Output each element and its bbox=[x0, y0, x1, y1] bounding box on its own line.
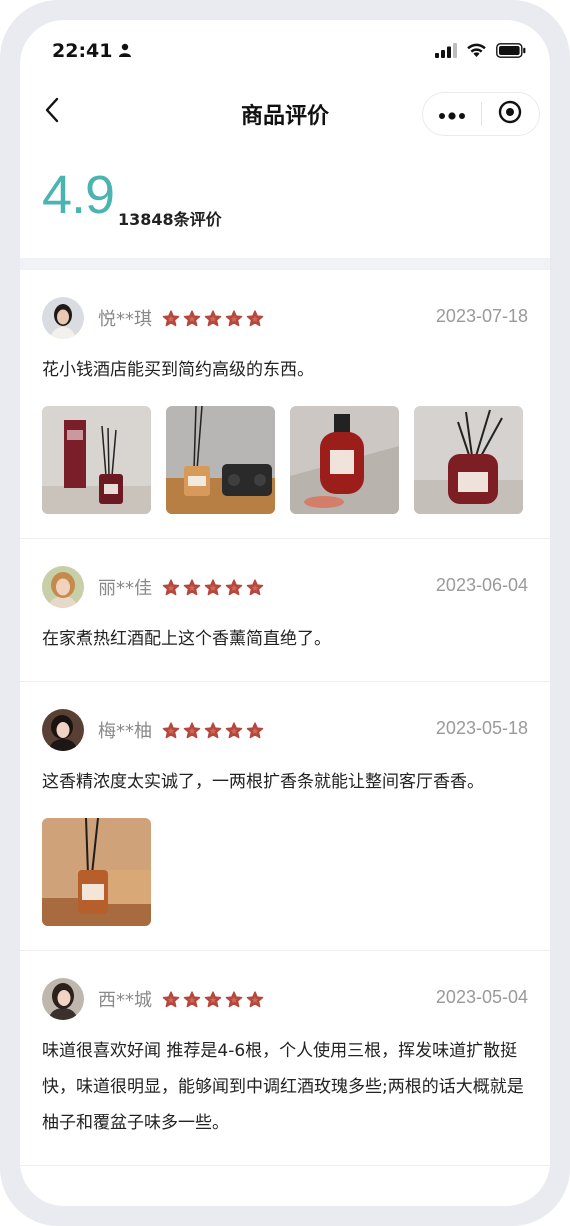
reviewer-name: 西**城 bbox=[98, 990, 152, 1011]
review-header: 梅**柚 2023-05-18 bbox=[42, 708, 528, 752]
star-rating bbox=[162, 578, 264, 596]
reviewer-name: 梅**柚 bbox=[98, 721, 152, 742]
review-text: 花小钱酒店能买到简约高级的东西。 bbox=[42, 360, 314, 380]
review-photos bbox=[42, 406, 528, 514]
average-score: 4.9 bbox=[42, 165, 115, 225]
reviewer-name: 悦**琪 bbox=[98, 309, 152, 330]
avatar bbox=[42, 978, 84, 1020]
star-icon bbox=[246, 990, 264, 1007]
review-header: 悦**琪 2023-07-18 bbox=[42, 296, 528, 340]
review-date: 2023-05-18 bbox=[435, 718, 528, 738]
wifi-icon bbox=[466, 42, 487, 62]
star-icon bbox=[246, 578, 264, 595]
rating-summary: 4.9 13848条评价 bbox=[20, 146, 550, 258]
star-icon bbox=[246, 721, 264, 738]
star-icon bbox=[225, 990, 243, 1007]
avatar bbox=[42, 566, 84, 608]
more-dots-icon bbox=[438, 105, 466, 124]
review-list: 悦**琪 2023-07-18 花小钱酒店能买到简约高级的东西。 丽**佳 20… bbox=[20, 270, 550, 1166]
person-icon bbox=[118, 40, 132, 62]
star-icon bbox=[246, 309, 264, 326]
target-circle-icon bbox=[498, 100, 522, 128]
review-count: 13848条评价 bbox=[118, 210, 222, 229]
device-frame: 22:41 商品评价 4.9 13848条评价 悦**琪 2023-07-18 … bbox=[0, 0, 570, 1226]
review-text: 这香精浓度太实诚了，一两根扩香条就能让整间客厅香香。 bbox=[42, 772, 484, 792]
star-icon bbox=[225, 578, 243, 595]
section-divider bbox=[20, 258, 550, 270]
battery-icon bbox=[496, 42, 526, 62]
review-text: 在家煮热红酒配上这个香薰简直绝了。 bbox=[42, 629, 331, 649]
review-header: 西**城 2023-05-04 bbox=[42, 977, 528, 1021]
review-photos bbox=[42, 818, 528, 926]
star-icon bbox=[183, 578, 201, 595]
star-icon bbox=[162, 721, 180, 738]
mini-program-capsule bbox=[422, 92, 540, 136]
review-item: 悦**琪 2023-07-18 花小钱酒店能买到简约高级的东西。 bbox=[20, 270, 550, 539]
star-icon bbox=[162, 309, 180, 326]
star-icon bbox=[204, 578, 222, 595]
review-photo[interactable] bbox=[290, 406, 399, 514]
review-header: 丽**佳 2023-06-04 bbox=[42, 565, 528, 609]
status-bar: 22:41 bbox=[20, 20, 550, 80]
star-icon bbox=[162, 990, 180, 1007]
star-icon bbox=[225, 309, 243, 326]
review-photo[interactable] bbox=[414, 406, 523, 514]
review-date: 2023-06-04 bbox=[435, 575, 528, 595]
review-photo[interactable] bbox=[42, 406, 151, 514]
avatar bbox=[42, 297, 84, 339]
review-item: 丽**佳 2023-06-04 在家煮热红酒配上这个香薰简直绝了。 bbox=[20, 539, 550, 682]
review-photo[interactable] bbox=[166, 406, 275, 514]
review-date: 2023-07-18 bbox=[435, 306, 528, 326]
star-icon bbox=[204, 990, 222, 1007]
nav-bar: 商品评价 bbox=[20, 84, 550, 144]
status-time: 22:41 bbox=[52, 40, 113, 62]
star-rating bbox=[162, 309, 264, 327]
cellular-signal-icon bbox=[435, 42, 457, 62]
avatar bbox=[42, 709, 84, 751]
star-icon bbox=[183, 990, 201, 1007]
star-icon bbox=[204, 309, 222, 326]
star-icon bbox=[183, 721, 201, 738]
screen: 22:41 商品评价 4.9 13848条评价 悦**琪 2023-07-18 … bbox=[20, 20, 550, 1206]
reviewer-name: 丽**佳 bbox=[98, 578, 152, 599]
review-date: 2023-05-04 bbox=[435, 987, 528, 1007]
more-button[interactable] bbox=[423, 92, 481, 136]
star-icon bbox=[204, 721, 222, 738]
review-photo[interactable] bbox=[42, 818, 151, 926]
star-icon bbox=[225, 721, 243, 738]
star-rating bbox=[162, 990, 264, 1008]
status-icons bbox=[435, 42, 526, 62]
star-rating bbox=[162, 721, 264, 739]
close-mini-program-button[interactable] bbox=[481, 92, 539, 136]
review-item: 西**城 2023-05-04 味道很喜欢好闻 推荐是4-6根，个人使用三根，挥… bbox=[20, 951, 550, 1166]
review-text: 味道很喜欢好闻 推荐是4-6根，个人使用三根，挥发味道扩散挺快，味道很明显，能够… bbox=[42, 1041, 524, 1133]
status-time-group: 22:41 bbox=[52, 40, 132, 62]
review-item: 梅**柚 2023-05-18 这香精浓度太实诚了，一两根扩香条就能让整间客厅香… bbox=[20, 682, 550, 951]
star-icon bbox=[162, 578, 180, 595]
star-icon bbox=[183, 309, 201, 326]
